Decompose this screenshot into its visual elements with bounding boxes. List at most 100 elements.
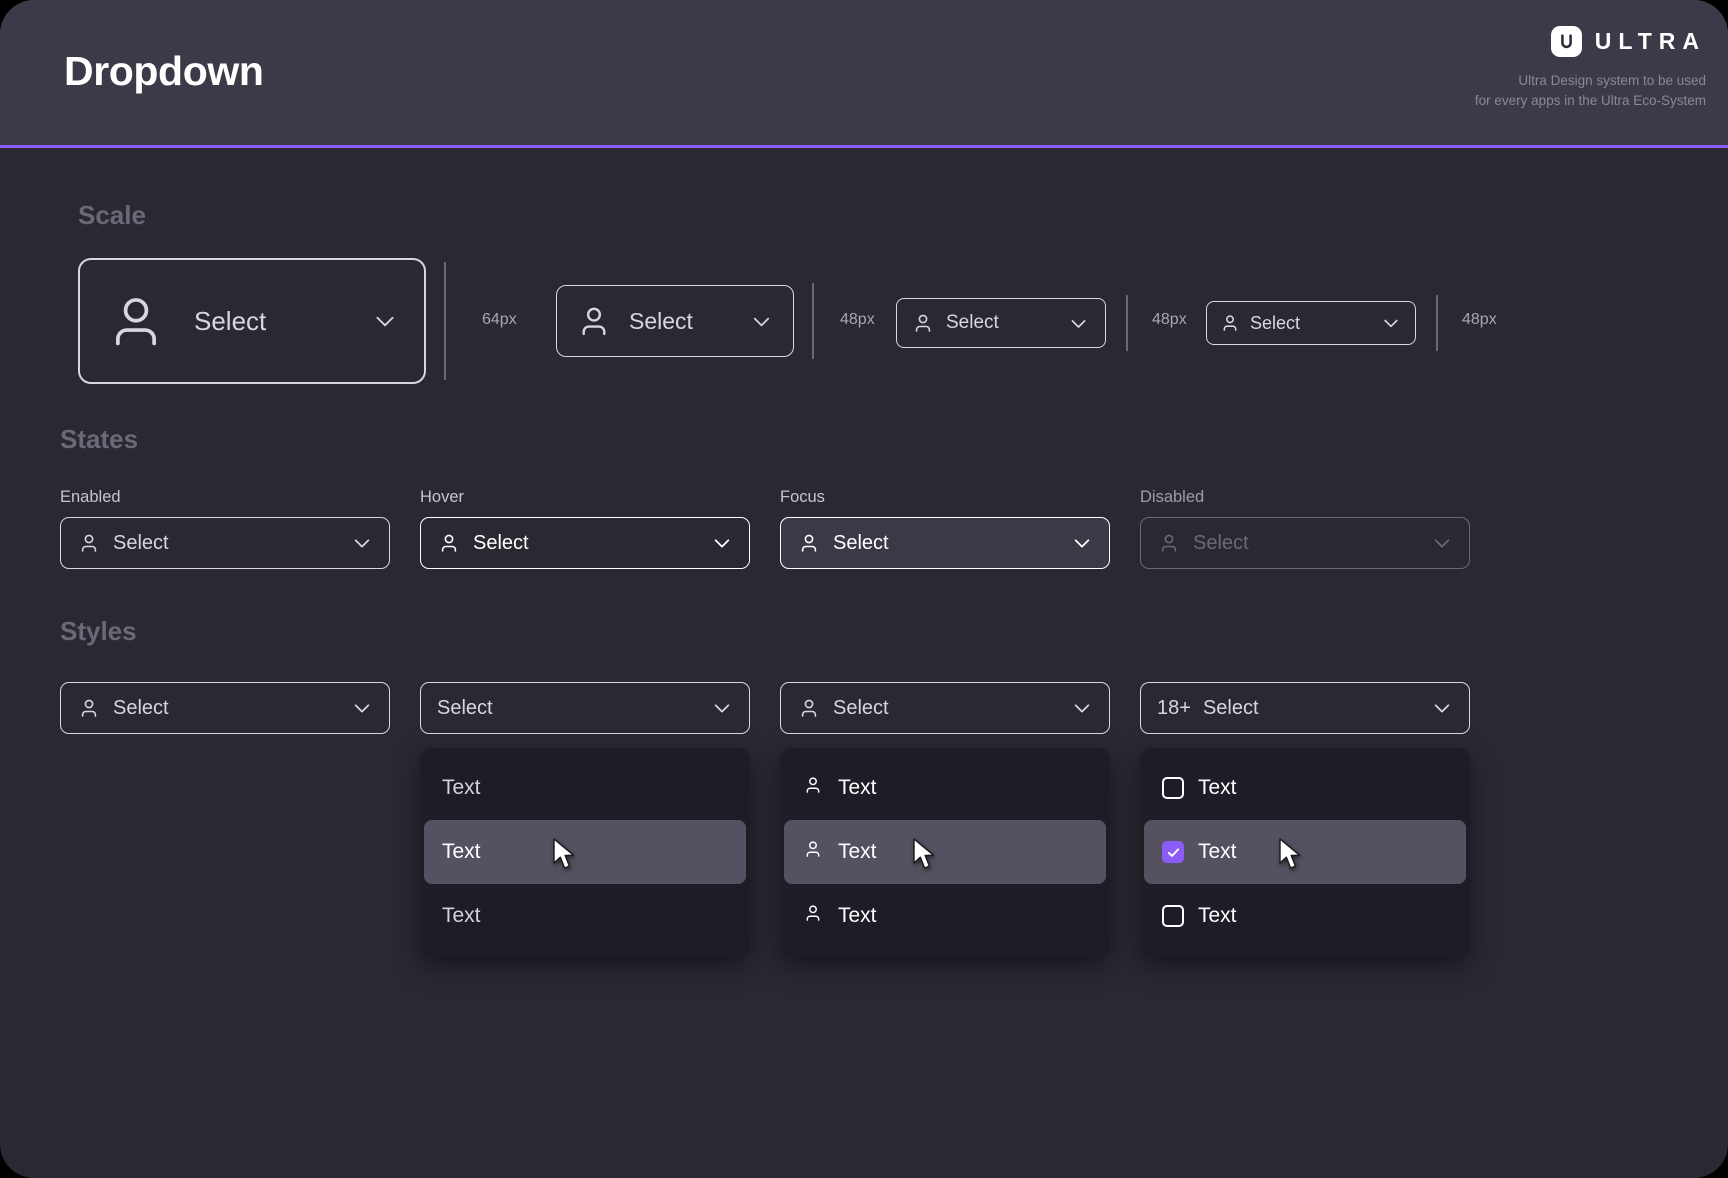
dropdown-value: Select bbox=[1202, 696, 1259, 719]
section-title-styles: Styles bbox=[60, 616, 137, 646]
dropdown-state-enabled[interactable]: Select bbox=[60, 517, 390, 569]
dropdown-value: Select bbox=[194, 305, 267, 336]
list-item-label: Text bbox=[442, 776, 481, 799]
dropdown-scale-48-medium[interactable]: Select bbox=[896, 298, 1106, 348]
state-label-disabled: Disabled bbox=[1140, 488, 1205, 506]
scale-size-label: 48px bbox=[840, 311, 875, 328]
dropdown-style-icon[interactable]: Select bbox=[60, 682, 390, 734]
person-icon bbox=[77, 696, 101, 720]
brand-tagline: Ultra Design system to be used for every… bbox=[1474, 73, 1706, 108]
person-icon bbox=[77, 531, 101, 555]
dropdown-panel-text: Text Text Text bbox=[420, 748, 750, 956]
chevron-down-icon[interactable] bbox=[711, 697, 733, 719]
list-item[interactable]: Text bbox=[784, 756, 1106, 820]
chevron-down-icon[interactable] bbox=[351, 532, 373, 554]
chevron-down-icon[interactable] bbox=[1071, 532, 1093, 554]
brand-name: ULTRA bbox=[1594, 28, 1706, 54]
design-spec-page: Dropdown ULTRA Ultra Design system to be… bbox=[0, 0, 1728, 1178]
ultra-logo-u-icon bbox=[1550, 26, 1582, 57]
list-item[interactable]: Text bbox=[1144, 820, 1466, 884]
person-icon bbox=[797, 531, 821, 555]
checkbox-checked-icon[interactable] bbox=[1162, 841, 1184, 863]
dropdown-panel-checkbox: Text Text Text bbox=[1140, 748, 1470, 956]
page-header: Dropdown ULTRA Ultra Design system to be… bbox=[0, 0, 1728, 148]
dropdown-value: Select bbox=[113, 696, 169, 719]
person-icon bbox=[437, 531, 461, 555]
person-icon bbox=[802, 774, 824, 802]
person-icon bbox=[802, 838, 824, 866]
list-item-label: Text bbox=[1198, 904, 1237, 927]
dropdown-state-disabled: Select bbox=[1140, 517, 1470, 569]
brand-row: ULTRA bbox=[1475, 26, 1706, 57]
chevron-down-icon[interactable] bbox=[1068, 313, 1089, 334]
checkbox-unchecked-icon[interactable] bbox=[1162, 905, 1184, 927]
state-label-enabled: Enabled bbox=[60, 488, 121, 506]
chevron-down-icon[interactable] bbox=[711, 532, 733, 554]
dropdown-style-text[interactable]: Select bbox=[420, 682, 750, 734]
list-item[interactable]: Text bbox=[784, 884, 1106, 948]
list-item[interactable]: Text bbox=[1144, 756, 1466, 820]
dropdown-value: Select bbox=[1193, 531, 1249, 554]
person-icon bbox=[1219, 312, 1241, 334]
mouse-cursor-icon bbox=[912, 838, 938, 878]
list-item-label: Text bbox=[838, 840, 877, 863]
person-icon bbox=[104, 289, 168, 353]
dropdown-value: Select bbox=[833, 696, 889, 719]
age-badge: 18+ bbox=[1157, 696, 1191, 719]
chevron-down-icon[interactable] bbox=[372, 308, 398, 334]
dropdown-scale-48-small[interactable]: Select bbox=[1206, 301, 1416, 345]
list-item-label: Text bbox=[1198, 840, 1237, 863]
list-item-label: Text bbox=[442, 840, 481, 863]
dropdown-style-icon-text[interactable]: Select bbox=[780, 682, 1110, 734]
list-item[interactable]: Text bbox=[424, 820, 746, 884]
list-item[interactable]: Text bbox=[784, 820, 1106, 884]
dropdown-value: Select bbox=[473, 531, 529, 554]
chevron-down-icon bbox=[1431, 532, 1453, 554]
section-title-scale: Scale bbox=[78, 200, 146, 230]
dropdown-style-badge[interactable]: 18+ Select bbox=[1140, 682, 1470, 734]
person-icon bbox=[797, 696, 821, 720]
dropdown-scale-48-large[interactable]: Select bbox=[556, 285, 794, 357]
person-icon bbox=[1157, 531, 1181, 555]
chevron-down-icon[interactable] bbox=[1431, 697, 1453, 719]
mouse-cursor-icon bbox=[552, 838, 578, 878]
list-item[interactable]: Text bbox=[424, 884, 746, 948]
person-icon bbox=[575, 302, 613, 340]
list-item[interactable]: Text bbox=[424, 756, 746, 820]
page-title: Dropdown bbox=[64, 48, 264, 94]
list-item-label: Text bbox=[838, 776, 877, 799]
dropdown-state-hover[interactable]: Select bbox=[420, 517, 750, 569]
scale-divider bbox=[812, 283, 814, 359]
mouse-cursor-icon bbox=[1278, 838, 1304, 878]
chevron-down-icon[interactable] bbox=[1381, 313, 1401, 333]
dropdown-value: Select bbox=[437, 696, 493, 719]
list-item-label: Text bbox=[838, 904, 877, 927]
list-item[interactable]: Text bbox=[1144, 884, 1466, 948]
checkbox-unchecked-icon[interactable] bbox=[1162, 777, 1184, 799]
state-label-focus: Focus bbox=[780, 488, 825, 506]
section-title-states: States bbox=[60, 424, 139, 454]
person-icon bbox=[911, 311, 935, 335]
dropdown-value: Select bbox=[946, 312, 999, 333]
list-item-label: Text bbox=[1198, 776, 1237, 799]
list-item-label: Text bbox=[442, 904, 481, 927]
dropdown-scale-64[interactable]: Select bbox=[78, 258, 426, 384]
chevron-down-icon[interactable] bbox=[351, 697, 373, 719]
dropdown-value: Select bbox=[113, 531, 169, 554]
dropdown-value: Select bbox=[833, 531, 889, 554]
state-label-hover: Hover bbox=[420, 488, 465, 506]
chevron-down-icon[interactable] bbox=[1071, 697, 1093, 719]
chevron-down-icon[interactable] bbox=[750, 310, 773, 333]
dropdown-state-focus[interactable]: Select bbox=[780, 517, 1110, 569]
person-icon bbox=[802, 902, 824, 930]
scale-size-label: 64px bbox=[482, 311, 517, 328]
scale-divider bbox=[1436, 295, 1438, 351]
dropdown-value: Select bbox=[1250, 312, 1301, 333]
scale-divider bbox=[444, 262, 446, 380]
scale-divider bbox=[1126, 295, 1128, 351]
dropdown-panel-icon-text: Text Text Text bbox=[780, 748, 1110, 956]
scale-size-label: 48px bbox=[1152, 311, 1187, 328]
dropdown-value: Select bbox=[629, 307, 693, 334]
brand-block: ULTRA Ultra Design system to be used for… bbox=[1475, 26, 1706, 111]
scale-size-label: 48px bbox=[1462, 311, 1497, 328]
